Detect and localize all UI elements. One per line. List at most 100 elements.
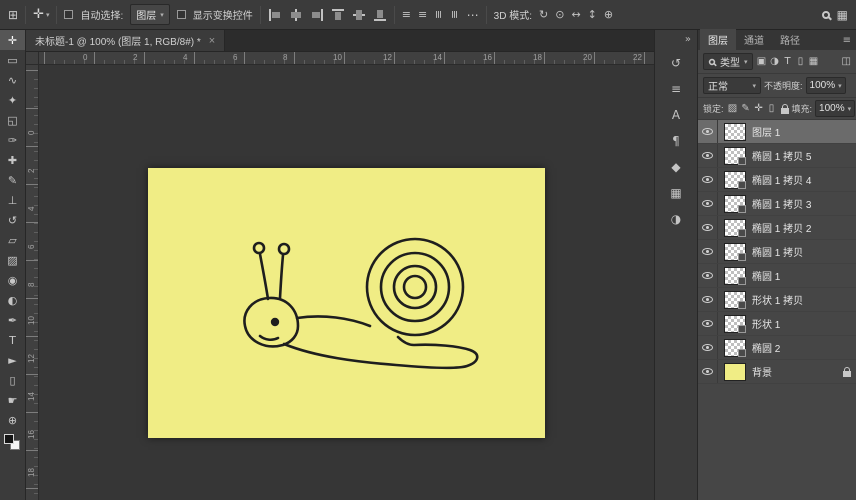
brush-tool[interactable]: ✎ [0,170,25,190]
lock-image-pixels-icon[interactable]: ✎ [740,103,752,114]
color-swatches[interactable] [0,432,25,454]
align-top-icon[interactable] [331,8,345,21]
search-icon[interactable] [821,10,830,19]
layer-row[interactable]: 椭圆 1 [698,264,856,288]
path-selection-tool[interactable]: ► [0,350,25,370]
layer-name[interactable]: 形状 1 [752,316,851,331]
layer-name[interactable]: 椭圆 2 [752,340,851,355]
history-panel-icon[interactable]: ↺ [663,51,689,75]
layer-thumbnail[interactable] [724,242,746,261]
3d-panel-icon[interactable]: ◆ [663,155,689,179]
show-transform-checkbox[interactable] [176,10,186,19]
vertical-ruler[interactable]: 02468101214161820 [26,65,39,500]
filter-shape-layers-icon[interactable]: ▯ [795,56,807,67]
lock-all-icon[interactable] [780,103,789,114]
expand-panels-icon[interactable]: » [685,34,691,50]
zoom-tool[interactable]: ⊕ [0,410,25,430]
align-bottom-icon[interactable] [373,9,387,21]
layer-thumbnail[interactable] [724,314,746,333]
fill-field[interactable]: 100% ▾ [815,100,856,117]
visibility-toggle[interactable] [698,240,718,263]
layer-thumbnail[interactable] [724,194,746,213]
filter-pixel-layers-icon[interactable]: ▣ [756,56,768,67]
3d-scale-icon[interactable]: ⊕ [604,8,613,21]
distribute-vertical-center-icon[interactable]: ≡ [418,8,427,21]
pen-tool[interactable]: ✒ [0,310,25,330]
document-tab[interactable]: 未标题-1 @ 100% (图层 1, RGB/8#) * × [26,30,226,51]
filter-kind-dropdown[interactable]: 类型 ▾ [703,53,753,70]
foreground-color-swatch[interactable] [4,434,14,444]
layer-name[interactable]: 椭圆 1 拷贝 5 [752,148,851,163]
layer-name[interactable]: 椭圆 1 拷贝 4 [752,172,851,187]
dodge-tool[interactable]: ◐ [0,290,25,310]
3d-roll-icon[interactable]: ⊙ [555,8,564,21]
crop-tool[interactable]: ◱ [0,110,25,130]
hand-tool[interactable]: ☛ [0,390,25,410]
layer-thumbnail[interactable] [724,266,746,285]
character-panel-icon[interactable]: A [663,103,689,127]
layer-row[interactable]: 椭圆 1 拷贝 5 [698,144,856,168]
visibility-toggle[interactable] [698,120,718,143]
auto-select-checkbox[interactable] [64,10,74,19]
layer-name[interactable]: 椭圆 1 [752,268,851,283]
layer-thumbnail[interactable] [724,362,746,381]
lock-artboard-icon[interactable]: ▯ [766,103,778,114]
layer-thumbnail[interactable] [724,290,746,309]
3d-pan-icon[interactable]: ↔ [571,8,580,21]
panel-menu-icon[interactable]: ≡ [843,35,851,46]
visibility-toggle[interactable] [698,312,718,335]
3d-slide-icon[interactable]: ↕ [588,8,597,21]
layer-row[interactable]: 椭圆 1 拷贝 4 [698,168,856,192]
3d-orbit-icon[interactable]: ↻ [539,8,548,21]
layer-row[interactable]: 椭圆 2 [698,336,856,360]
layer-row[interactable]: 背景 [698,360,856,384]
canvas-workspace[interactable]: 0246810121416182022 02468101214161820 [26,52,654,500]
paragraph-panel-icon[interactable]: ¶ [663,129,689,153]
layer-name[interactable]: 椭圆 1 拷贝 [752,244,851,259]
visibility-toggle[interactable] [698,144,718,167]
close-icon[interactable]: × [209,35,215,47]
type-tool[interactable]: T [0,330,25,350]
tab-paths[interactable]: 路径 [772,29,808,50]
adjustments-panel-icon[interactable]: ◑ [663,207,689,231]
clone-stamp-tool[interactable]: ⊥ [0,190,25,210]
layer-row[interactable]: 椭圆 1 拷贝 2 [698,216,856,240]
visibility-toggle[interactable] [698,264,718,287]
align-left-icon[interactable] [268,8,282,21]
visibility-toggle[interactable] [698,336,718,359]
layer-row[interactable]: 形状 1 [698,312,856,336]
distribute-top-icon[interactable]: ≡ [402,8,411,21]
visibility-toggle[interactable] [698,192,718,215]
gradient-tool[interactable]: ▨ [0,250,25,270]
visibility-toggle[interactable] [698,168,718,191]
horizontal-ruler[interactable]: 0 2 4 6 8 10 12 14 16 18 20 22 [39,52,654,65]
layer-name[interactable]: 椭圆 1 拷贝 2 [752,220,851,235]
lock-position-icon[interactable]: ✛ [753,103,765,114]
align-right-icon[interactable] [310,8,324,21]
layer-row[interactable]: 形状 1 拷贝 [698,288,856,312]
visibility-toggle[interactable] [698,288,718,311]
visibility-toggle[interactable] [698,360,718,383]
eraser-tool[interactable]: ▱ [0,230,25,250]
app-home-icon[interactable]: ⊞ [8,8,18,22]
lasso-tool[interactable]: ∿ [0,70,25,90]
filter-adjustment-layers-icon[interactable]: ◑ [769,56,781,67]
layer-thumbnail[interactable] [724,338,746,357]
layer-thumbnail[interactable] [724,218,746,237]
layer-thumbnail[interactable] [724,122,746,141]
filter-toggle-icon[interactable]: ◫ [842,56,851,67]
layer-row[interactable]: 椭圆 1 拷贝 3 [698,192,856,216]
opacity-field[interactable]: 100% ▾ [805,77,846,94]
ruler-origin-corner[interactable] [26,52,39,65]
layer-row[interactable]: 椭圆 1 拷贝 [698,240,856,264]
align-horizontal-center-icon[interactable] [289,8,303,21]
properties-panel-icon[interactable]: ≡ [663,77,689,101]
layer-name[interactable]: 形状 1 拷贝 [752,292,851,307]
layer-name[interactable]: 图层 1 [752,124,851,139]
current-tool-well[interactable]: ✛ ▾ [33,7,49,22]
lock-transparent-pixels-icon[interactable]: ▨ [727,103,739,114]
libraries-panel-icon[interactable]: ▦ [663,181,689,205]
history-brush-tool[interactable]: ↺ [0,210,25,230]
healing-brush-tool[interactable]: ✚ [0,150,25,170]
distribute-left-icon[interactable]: ≡ [432,10,445,19]
